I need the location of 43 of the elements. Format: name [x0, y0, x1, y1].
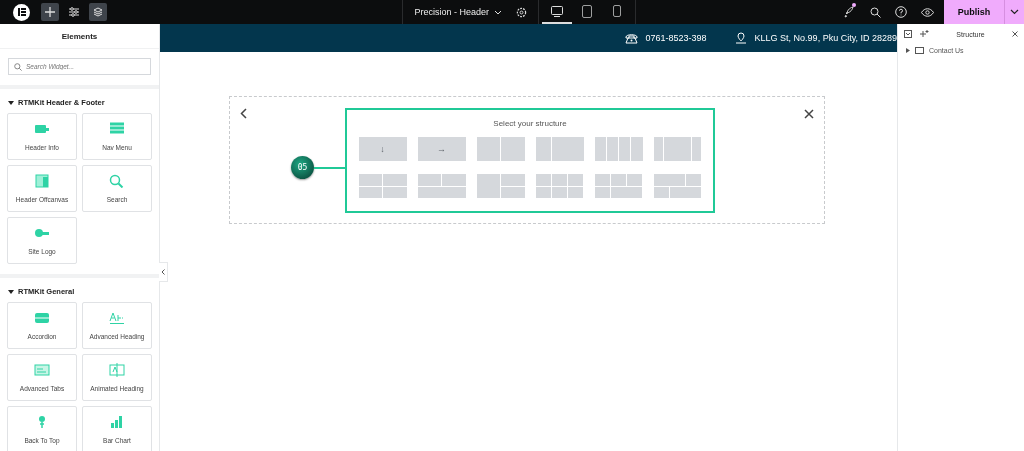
desktop-icon	[551, 5, 563, 17]
logo-widget-icon	[34, 226, 50, 240]
collapse-icon[interactable]	[904, 30, 912, 38]
layers-icon	[93, 7, 103, 17]
sliders-icon	[69, 7, 79, 17]
offcanvas-widget-icon	[34, 174, 50, 188]
triangle-icon	[906, 48, 910, 53]
address-text: KLLG St, No.99, Pku City, ID 28289	[754, 33, 897, 43]
document-title-dropdown[interactable]: Precision - Header	[414, 7, 502, 17]
phone-number: 0761-8523-398	[645, 33, 707, 43]
sparkle-icon[interactable]	[920, 30, 929, 38]
location-icon	[734, 32, 747, 44]
close-icon[interactable]	[1012, 31, 1018, 37]
triangle-icon	[8, 100, 14, 105]
search-widget-icon	[109, 174, 125, 188]
tabs-widget-icon	[34, 363, 50, 377]
picker-title: Select your structure	[492, 119, 568, 128]
accordion-widget-icon	[34, 311, 50, 325]
collapse-panel-button[interactable]	[159, 262, 168, 282]
structure-preset[interactable]: ↓	[358, 137, 407, 161]
add-button[interactable]	[41, 3, 59, 21]
chevron-icon	[161, 269, 165, 275]
heading-widget-icon	[109, 311, 125, 325]
chart-widget-icon	[109, 415, 125, 429]
triangle-icon	[8, 289, 14, 294]
plus-icon	[45, 7, 55, 17]
caret-icon	[1010, 9, 1019, 15]
menu-widget-icon	[109, 122, 125, 136]
layers-button[interactable]	[89, 3, 107, 21]
step-badge: 05	[291, 156, 314, 179]
container-icon	[915, 47, 924, 54]
phone-icon	[624, 32, 638, 44]
publish-button[interactable]: Publish	[944, 0, 1004, 24]
caret-icon	[494, 9, 502, 15]
structure-preset[interactable]: →	[417, 137, 466, 161]
panel-title: Elements	[0, 24, 159, 49]
logo-icon[interactable]	[13, 3, 30, 21]
info-widget-icon	[34, 122, 50, 136]
tablet-icon	[582, 4, 592, 18]
search-icon	[14, 63, 22, 71]
mobile-icon	[613, 5, 621, 17]
settings-icon[interactable]	[516, 6, 527, 18]
animated-widget-icon	[109, 363, 125, 377]
